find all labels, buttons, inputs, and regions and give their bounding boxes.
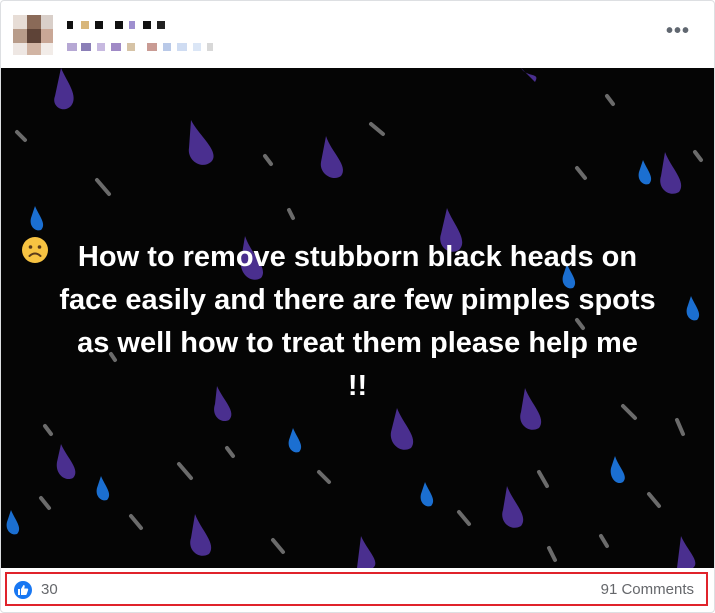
raindrop [30, 206, 44, 231]
post-text-line: !! [347, 370, 368, 402]
raindrop [288, 428, 302, 453]
rain-streak [263, 154, 273, 166]
rain-streak [271, 538, 285, 554]
rain-streak [605, 94, 615, 106]
like-count[interactable]: 30 [41, 581, 58, 598]
raindrop [54, 68, 74, 110]
rain-streak [599, 534, 609, 548]
post-text: How to remove stubborn black heads on fa… [21, 236, 694, 408]
raindrop [357, 536, 376, 568]
rain-streak [537, 470, 549, 488]
raindrop [188, 120, 214, 165]
post-text-line: as well how to treat them please help me [21, 237, 694, 365]
rain-streak [43, 424, 53, 436]
author-name-redacted[interactable] [67, 21, 227, 31]
rain-streak [39, 496, 51, 510]
raindrop [502, 486, 524, 528]
rain-streak [647, 492, 661, 508]
rain-streak [15, 130, 27, 142]
raindrop [420, 482, 434, 507]
rain-streak [177, 462, 193, 480]
post-text-line: How to remove stubborn black heads on [77, 241, 638, 273]
raindrop [677, 536, 696, 568]
raindrop [660, 152, 682, 194]
rain-streak [225, 446, 235, 458]
reactions-bar: 30 91 Comments [5, 572, 708, 606]
like-icon[interactable] [14, 581, 32, 599]
rain-streak [287, 208, 295, 220]
avatar[interactable] [13, 15, 53, 55]
raindrop [610, 456, 625, 484]
raindrop [56, 444, 76, 480]
post-text-segment: as well [77, 327, 181, 359]
rain-streak [317, 470, 331, 484]
rain-streak [693, 150, 703, 162]
raindrop [390, 408, 414, 450]
post-meta-redacted [67, 43, 227, 53]
raindrop [638, 160, 652, 185]
rain-streak [675, 418, 685, 436]
more-horizontal-icon[interactable]: ••• [666, 21, 690, 41]
post-image[interactable]: How to remove stubborn black heads on fa… [1, 68, 714, 568]
post-text-line: face easily and there are few pimples sp… [59, 284, 656, 316]
rain-streak [457, 510, 471, 526]
rain-streak [95, 178, 111, 196]
rain-streak [369, 122, 385, 136]
raindrop [6, 510, 20, 535]
post-card: ••• How to remove stubborn black heads o… [0, 0, 715, 613]
raindrop [190, 514, 212, 556]
raindrop [320, 136, 344, 179]
rain-streak [547, 546, 557, 562]
raindrop [521, 68, 537, 82]
post-text-segment: how to treat them please help me [180, 327, 638, 359]
rain-streak [129, 514, 143, 530]
frowning-face-emoji [22, 237, 48, 263]
raindrop [96, 476, 110, 501]
rain-streak [575, 166, 587, 180]
post-header: ••• [1, 1, 714, 67]
thumbs-up-icon [18, 585, 29, 595]
comments-count-link[interactable]: 91 Comments [601, 581, 694, 598]
